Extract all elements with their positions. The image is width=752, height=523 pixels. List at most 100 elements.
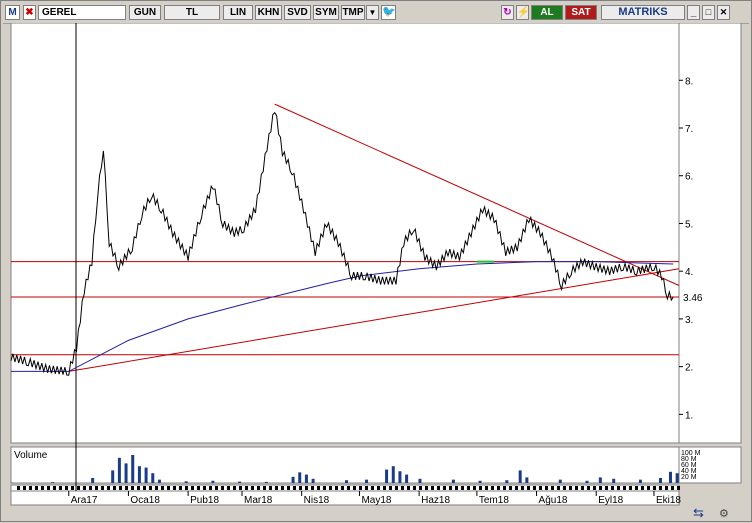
x-tick-label: Mar18	[244, 495, 273, 506]
date-strip-tick	[611, 486, 614, 490]
date-strip-tick	[161, 486, 164, 490]
volume-bar-3	[111, 470, 114, 483]
date-strip-tick	[23, 486, 26, 490]
volume-bar-11	[185, 481, 188, 483]
chart-toolbar: M ✖ GEREL GUN TL LIN KHN SVD SYM TMP ▼ 🐦…	[3, 3, 749, 24]
date-strip-tick	[479, 486, 482, 490]
date-strip-tick	[503, 486, 506, 490]
date-strip-tick	[131, 486, 134, 490]
volume-bar-30	[525, 477, 528, 483]
date-strip-tick	[455, 486, 458, 490]
volume-bar-14	[265, 482, 268, 483]
date-strip-tick	[437, 486, 440, 490]
date-strip-tick	[641, 486, 644, 490]
volume-bar-20	[365, 480, 368, 483]
minimize-icon[interactable]: _	[687, 5, 700, 20]
volume-bar-21	[385, 470, 388, 483]
date-strip-tick	[671, 486, 674, 490]
date-strip-tick	[617, 486, 620, 490]
date-strip-tick	[401, 486, 404, 490]
date-strip-tick	[197, 486, 200, 490]
date-strip-tick	[65, 486, 68, 490]
date-strip-tick	[221, 486, 224, 490]
date-strip-tick	[521, 486, 524, 490]
volume-bar-9	[151, 473, 154, 483]
date-strip-tick	[599, 486, 602, 490]
x-tick-label: Ara17	[71, 495, 98, 506]
currency-button[interactable]: TL	[164, 5, 220, 20]
close-window-icon[interactable]: ✕	[717, 5, 730, 20]
date-strip-tick	[485, 486, 488, 490]
buy-button[interactable]: AL	[531, 5, 563, 20]
date-strip-tick	[71, 486, 74, 490]
flash-icon[interactable]: ⚡	[516, 5, 529, 20]
price-chart[interactable]: 1.2.3.4.5.6.7.8.3.46Volume100 M80 M60 M4…	[1, 23, 752, 523]
matriks-logo-icon: M	[5, 5, 20, 20]
date-strip-tick	[605, 486, 608, 490]
volume-title: Volume	[14, 450, 48, 461]
date-strip-tick	[491, 486, 494, 490]
close-symbol-icon[interactable]: ✖	[23, 5, 36, 20]
date-strip-tick	[323, 486, 326, 490]
date-strip-tick	[329, 486, 332, 490]
scale-button[interactable]: LIN	[223, 5, 253, 20]
date-strip-tick	[347, 486, 350, 490]
volume-bar-4	[118, 458, 121, 483]
date-strip-tick	[359, 486, 362, 490]
date-strip-tick	[47, 486, 50, 490]
date-strip-tick	[563, 486, 566, 490]
volume-bar-19	[345, 480, 348, 483]
date-strip-tick	[377, 486, 380, 490]
date-strip-tick	[227, 486, 230, 490]
volume-bar-15	[292, 477, 295, 483]
volume-bar-17	[305, 475, 308, 483]
tmp-dropdown-icon[interactable]: ▼	[366, 5, 379, 20]
date-strip-tick	[317, 486, 320, 490]
date-strip-tick	[269, 486, 272, 490]
khn-button[interactable]: KHN	[255, 5, 282, 20]
sell-button[interactable]: SAT	[565, 5, 597, 20]
date-strip-tick	[35, 486, 38, 490]
date-strip-tick	[569, 486, 572, 490]
y-tick-label: 8.	[685, 76, 693, 87]
date-strip-tick	[281, 486, 284, 490]
date-strip-tick	[395, 486, 398, 490]
svd-button[interactable]: SVD	[284, 5, 311, 20]
volume-bar-29	[519, 470, 522, 483]
tmp-button[interactable]: TMP	[341, 5, 365, 20]
period-button[interactable]: GUN	[129, 5, 161, 20]
symbol-field[interactable]: GEREL	[38, 5, 126, 20]
date-strip-tick	[497, 486, 500, 490]
chart-window: M ✖ GEREL GUN TL LIN KHN SVD SYM TMP ▼ 🐦…	[0, 0, 752, 522]
volume-bar-27	[479, 481, 482, 483]
date-strip-tick	[179, 486, 182, 490]
date-strip-tick	[467, 486, 470, 490]
date-strip-tick	[371, 486, 374, 490]
x-tick-label: Nis18	[304, 495, 330, 506]
date-strip	[11, 485, 679, 491]
sym-button[interactable]: SYM	[313, 5, 339, 20]
date-strip-tick	[245, 486, 248, 490]
twitter-icon[interactable]: 🐦	[381, 5, 396, 20]
volume-bar-31	[559, 480, 562, 483]
date-strip-tick	[665, 486, 668, 490]
volume-bar-34	[612, 479, 615, 483]
date-strip-tick	[527, 486, 530, 490]
date-strip-tick	[233, 486, 236, 490]
date-strip-tick	[515, 486, 518, 490]
maximize-icon[interactable]: □	[702, 5, 715, 20]
refresh-icon[interactable]: ↻	[501, 5, 514, 20]
volume-bar-16	[298, 472, 301, 483]
date-strip-tick	[647, 486, 650, 490]
date-strip-tick	[287, 486, 290, 490]
x-tick-label: Oca18	[130, 495, 160, 506]
date-strip-tick	[539, 486, 542, 490]
date-strip-tick	[551, 486, 554, 490]
volume-bar-6	[131, 455, 134, 483]
date-strip-tick	[431, 486, 434, 490]
volume-bar-8	[145, 468, 148, 483]
date-strip-tick	[449, 486, 452, 490]
y-tick-label: 4.	[685, 267, 693, 278]
y-tick-label: 5.	[685, 219, 693, 230]
date-strip-tick	[389, 486, 392, 490]
